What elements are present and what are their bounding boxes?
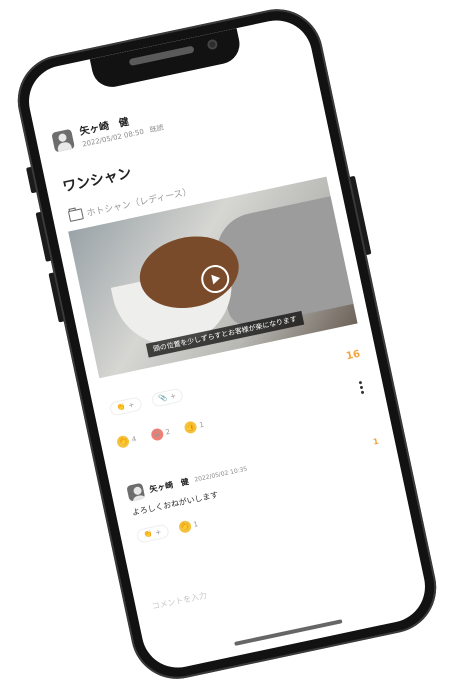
post-content: 矢ヶ崎 健 2022/05/02 08:50 既読 ワンシャン ホトシャン（レデ…	[31, 53, 432, 674]
reaction-clap-count: 4	[130, 434, 137, 444]
reaction-thumbs[interactable]: 👍 1	[183, 418, 205, 435]
comment-clap-count: +	[154, 527, 163, 537]
reaction-thumbs-count: 1	[198, 420, 205, 429]
total-count: 16	[345, 348, 362, 362]
clap-button[interactable]: 👏 +	[108, 396, 143, 417]
smile-emoji-icon: 😀	[149, 426, 164, 442]
speaker-grille	[128, 45, 195, 67]
avatar[interactable]	[51, 128, 75, 152]
comment-clap-button[interactable]: 👏 +	[135, 523, 170, 544]
clap-icon: 👏	[143, 529, 154, 540]
comment-avatar[interactable]	[126, 482, 146, 502]
attach-count: +	[169, 391, 177, 401]
author-block: 矢ヶ崎 健 2022/05/02 08:50 既読	[78, 106, 165, 150]
phone-screen: 矢ヶ崎 健 2022/05/02 08:50 既読 ワンシャン ホトシャン（レデ…	[22, 13, 432, 675]
clap-icon: 👏	[116, 402, 127, 413]
reaction-clap[interactable]: 👏 4	[115, 433, 138, 449]
folder-icon	[67, 208, 84, 222]
thumbs-up-emoji-icon: 👍	[183, 419, 198, 435]
clap-count: +	[127, 400, 136, 410]
play-icon	[211, 273, 222, 285]
comment-datetime: 2022/05/02 10:35	[193, 465, 248, 484]
phone-mockup: 矢ヶ崎 健 2022/05/02 08:50 既読 ワンシャン ホトシャン（レデ…	[9, 0, 445, 688]
reaction-list: 👏 4 😀 2 👍 1	[114, 410, 214, 449]
comment-side-count: 1	[372, 436, 380, 447]
paperclip-icon: 📎	[157, 393, 169, 404]
comment-item: 矢ヶ崎 健 2022/05/02 10:35 1 よろしくおねがいします 👏 +…	[126, 433, 389, 544]
reaction-smile[interactable]: 😀 2	[149, 425, 172, 442]
action-pills: 👏 + 📎 +	[107, 380, 190, 417]
reaction-smile-count: 2	[164, 427, 171, 437]
attach-button[interactable]: 📎 +	[150, 387, 185, 408]
comment-reaction[interactable]: 👏 1	[177, 518, 200, 534]
clap-emoji-icon: 👏	[177, 519, 192, 534]
comment-reaction-count: 1	[192, 519, 199, 529]
phone-frame: 矢ヶ崎 健 2022/05/02 08:50 既読 ワンシャン ホトシャン（レデ…	[9, 0, 445, 688]
read-status: 既読	[149, 123, 165, 135]
clap-emoji-icon: 👏	[115, 434, 131, 449]
front-camera	[206, 38, 219, 51]
comment-author[interactable]: 矢ヶ崎 健	[148, 476, 190, 495]
more-options-icon[interactable]	[358, 380, 365, 395]
